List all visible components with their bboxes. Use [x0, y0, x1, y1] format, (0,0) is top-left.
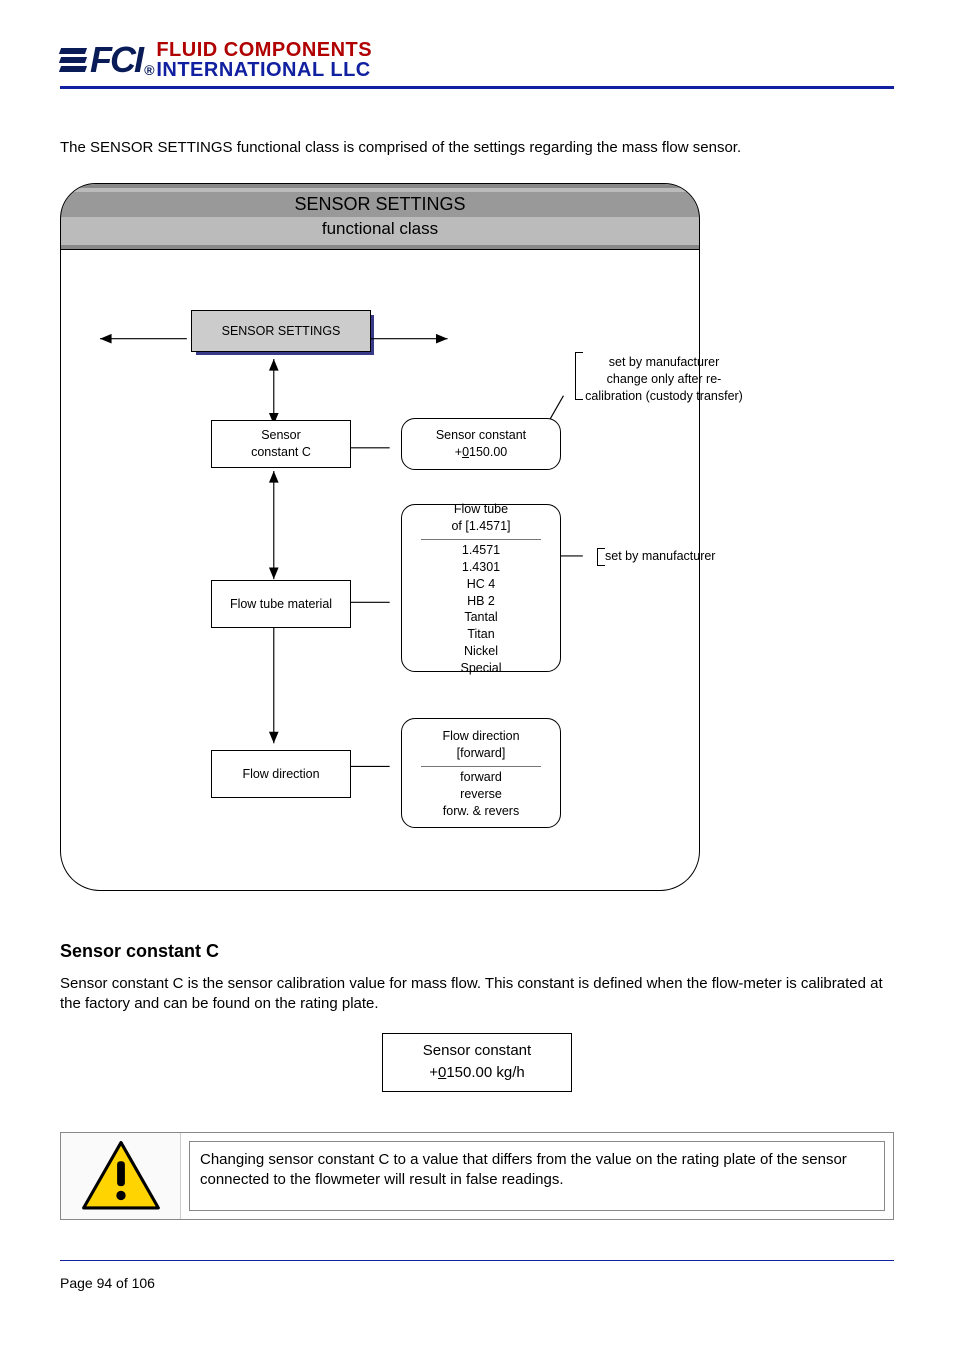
brand-text: FLUID COMPONENTS INTERNATIONAL LLC — [156, 40, 372, 80]
opt-flow-tube: Flow tube of [1.4571] 1.4571 1.4301 HC 4… — [401, 504, 561, 672]
intro-text: The SENSOR SETTINGS functional class is … — [60, 139, 894, 156]
brand-header: FCI® FLUID COMPONENTS INTERNATIONAL LLC — [60, 40, 894, 80]
footer-rule — [60, 1260, 894, 1262]
warning-row: Changing sensor constant C to a value th… — [60, 1132, 894, 1220]
sensor-constant-box: Sensor constant +0150.00 kg/h — [382, 1033, 572, 1092]
note2-bracket — [597, 548, 605, 566]
section-paragraph: Sensor constant C is the sensor calibrat… — [60, 974, 894, 1015]
diagram-body: SENSOR SETTINGS Sensor constant C Flow t… — [71, 250, 689, 860]
warning-icon — [61, 1133, 181, 1219]
warning-text: Changing sensor constant C to a value th… — [189, 1141, 885, 1211]
note2: set by manufacturer — [605, 548, 745, 565]
diagram-title-band: SENSOR SETTINGS functional class — [60, 183, 700, 250]
opt-flow-direction: Flow direction [forward] forward reverse… — [401, 718, 561, 828]
section-heading: Sensor constant C — [60, 941, 894, 962]
diagram-container: SENSOR SETTINGS functional class — [60, 183, 700, 891]
node-main: SENSOR SETTINGS — [191, 310, 371, 352]
node-sensor-constant: Sensor constant C — [211, 420, 351, 468]
brand-mark: FCI® — [60, 44, 150, 76]
header-rule — [60, 86, 894, 89]
diagram-subtitle: functional class — [61, 217, 699, 241]
opt-sensor-constant: Sensor constant +0150.00 — [401, 418, 561, 470]
page-footer: Page 94 of 106 — [60, 1275, 894, 1291]
diagram-title: SENSOR SETTINGS — [61, 192, 699, 217]
node-flow-direction: Flow direction — [211, 750, 351, 798]
note1: set by manufacturer change only after re… — [579, 354, 749, 405]
node-flow-tube-material: Flow tube material — [211, 580, 351, 628]
